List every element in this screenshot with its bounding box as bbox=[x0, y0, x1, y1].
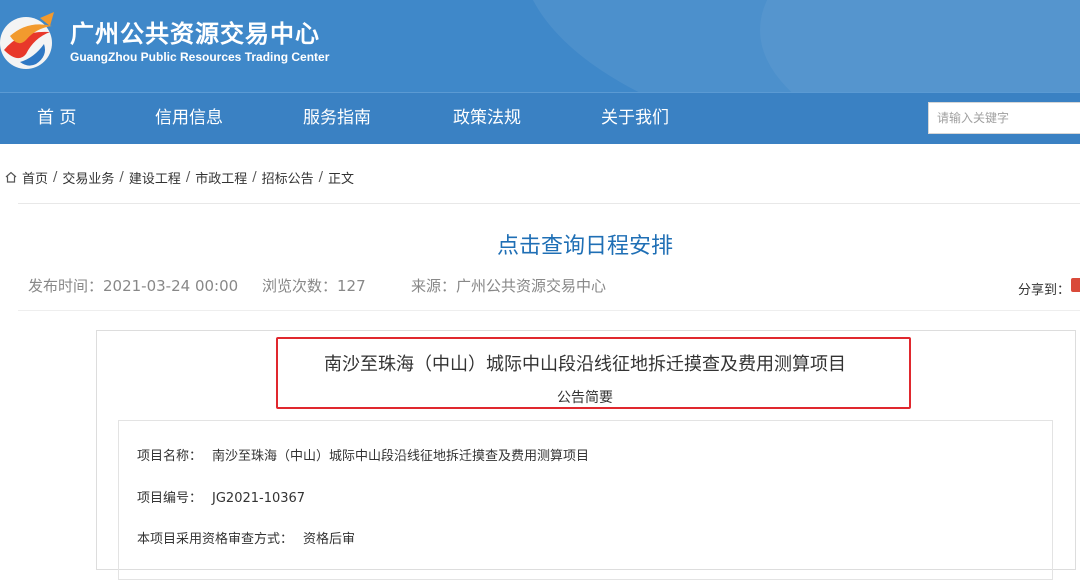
view-count: 浏览次数：127 bbox=[262, 277, 366, 295]
publish-time: 发布时间：2021-03-24 00:00 bbox=[28, 277, 239, 295]
nav-item-service-guide[interactable]: 服务指南 bbox=[303, 93, 371, 144]
breadcrumb: 首页 / 交易业务 / 建设工程 / 市政工程 / 招标公告 / 正文 bbox=[4, 167, 354, 187]
project-title: 南沙至珠海（中山）城际中山段沿线征地拆迁摸查及费用测算项目 bbox=[324, 354, 846, 375]
nav-item-credit[interactable]: 信用信息 bbox=[155, 93, 223, 144]
schedule-link[interactable]: 点击查询日程安排 bbox=[0, 228, 1080, 260]
breadcrumb-separator: / bbox=[53, 169, 58, 185]
share-label: 分享到： bbox=[1018, 283, 1071, 298]
breadcrumb-tender-notice[interactable]: 招标公告 bbox=[262, 168, 314, 187]
share-icon[interactable] bbox=[1071, 278, 1080, 292]
nav-item-about[interactable]: 关于我们 bbox=[601, 93, 669, 144]
breadcrumb-home[interactable]: 首页 bbox=[22, 168, 48, 187]
breadcrumb-municipal[interactable]: 市政工程 bbox=[195, 168, 247, 187]
meta-divider bbox=[18, 310, 1080, 311]
breadcrumb-construction[interactable]: 建设工程 bbox=[129, 168, 181, 187]
logo-globe-icon[interactable] bbox=[0, 10, 58, 72]
field-label: 本项目采用资格审查方式： bbox=[137, 532, 294, 547]
field-label: 项目编号： bbox=[137, 491, 203, 506]
site-title: 广州公共资源交易中心 bbox=[70, 20, 320, 48]
field-value: 南沙至珠海（中山）城际中山段沿线征地拆迁摸查及费用测算项目 bbox=[212, 449, 590, 464]
main-nav: 首 页 信用信息 服务指南 政策法规 关于我们 bbox=[0, 92, 1080, 144]
site-header: 广州公共资源交易中心 GuangZhou Public Resources Tr… bbox=[0, 0, 1080, 92]
breadcrumb-separator: / bbox=[252, 169, 257, 185]
header-decoration-2 bbox=[760, 0, 1080, 92]
summary-label: 公告简要 bbox=[557, 390, 613, 406]
field-label: 项目名称： bbox=[137, 449, 203, 464]
breadcrumb-trading[interactable]: 交易业务 bbox=[62, 168, 114, 187]
field-project-name: 项目名称： 南沙至珠海（中山）城际中山段沿线征地拆迁摸查及费用测算项目 bbox=[137, 445, 589, 464]
field-project-number: 项目编号： JG2021-10367 bbox=[137, 487, 305, 506]
field-value: JG2021-10367 bbox=[212, 491, 306, 506]
field-value: 资格后审 bbox=[303, 532, 356, 547]
search-input[interactable] bbox=[928, 102, 1080, 134]
nav-item-home[interactable]: 首 页 bbox=[37, 93, 76, 144]
field-review-method: 本项目采用资格审查方式： 资格后审 bbox=[137, 528, 355, 547]
article-source: 来源：广州公共资源交易中心 bbox=[411, 277, 607, 295]
site-subtitle: GuangZhou Public Resources Trading Cente… bbox=[70, 50, 330, 64]
breadcrumb-separator: / bbox=[185, 169, 191, 185]
nav-item-policy[interactable]: 政策法规 bbox=[453, 93, 521, 144]
breadcrumb-current: 正文 bbox=[328, 171, 355, 187]
breadcrumb-separator: / bbox=[318, 169, 324, 185]
home-icon bbox=[5, 171, 17, 183]
breadcrumb-separator: / bbox=[119, 169, 124, 185]
breadcrumb-divider bbox=[18, 203, 1080, 204]
